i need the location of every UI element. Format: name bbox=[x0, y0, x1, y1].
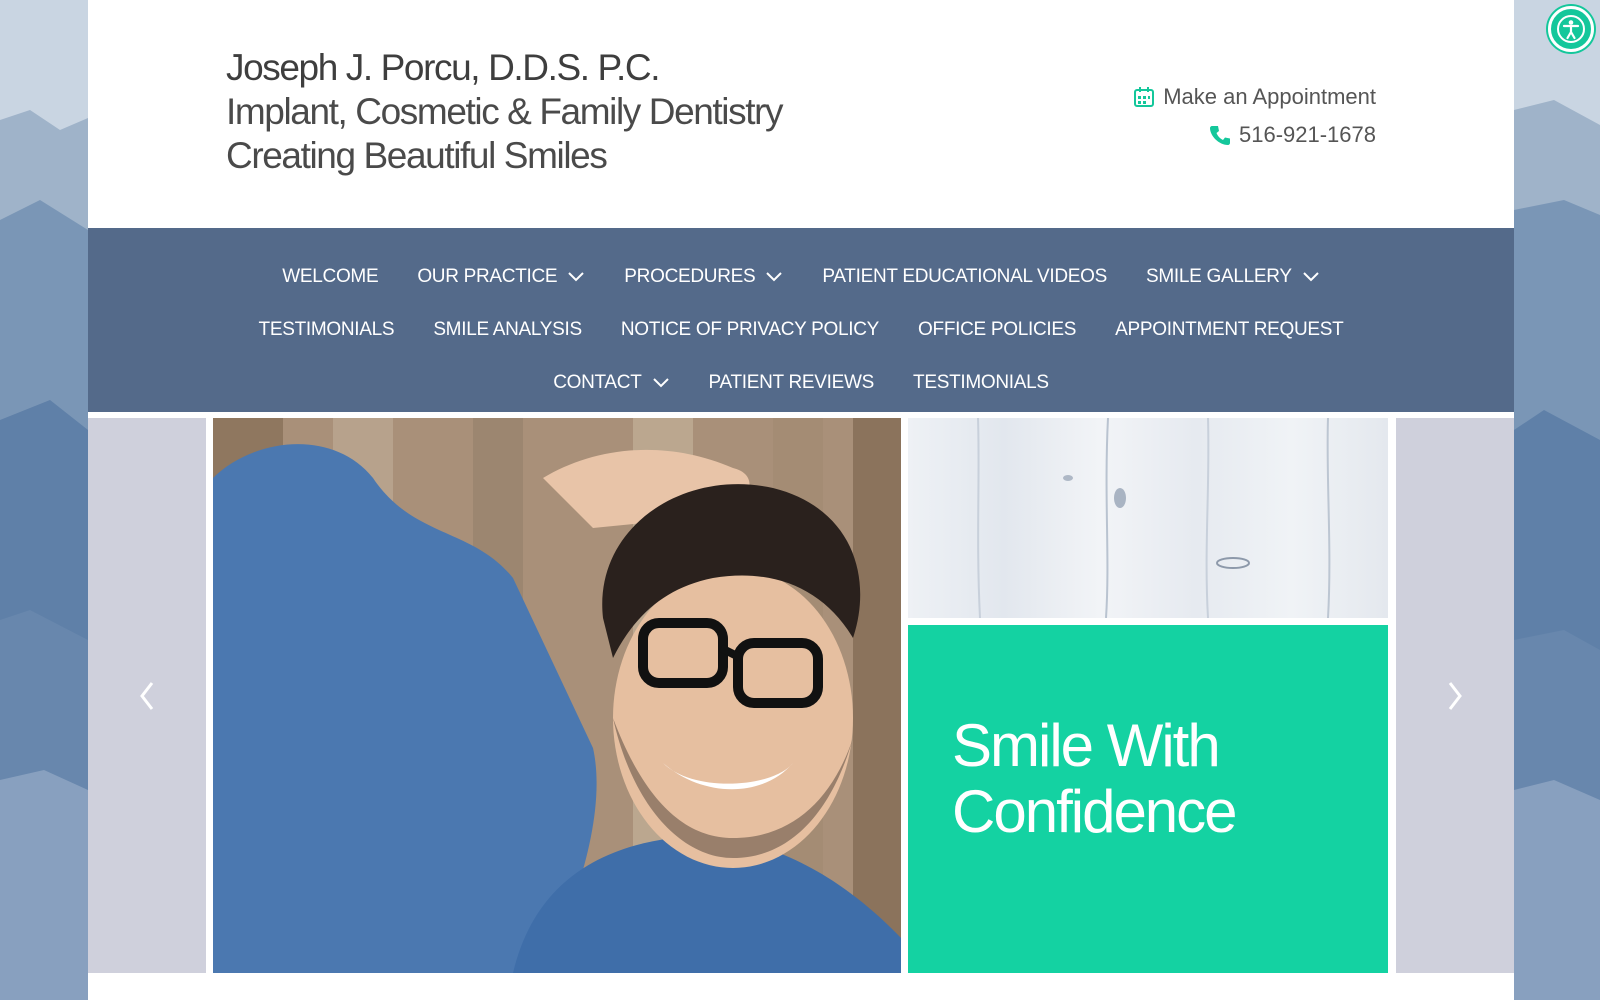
nav-label: CONTACT bbox=[553, 371, 642, 393]
background-right bbox=[1514, 0, 1600, 1000]
header-contact: Make an Appointment 516-921-1678 bbox=[1133, 78, 1376, 154]
wood-texture-panel bbox=[908, 418, 1388, 618]
nav-label: SMILE ANALYSIS bbox=[433, 318, 582, 340]
slider-next-panel[interactable] bbox=[1396, 418, 1514, 973]
nav-row-2: TESTIMONIALS SMILE ANALYSIS NOTICE OF PR… bbox=[88, 303, 1514, 356]
hero-headline-line2: Confidence bbox=[952, 778, 1238, 845]
content-start bbox=[88, 973, 1514, 1000]
phone-icon bbox=[1209, 124, 1231, 146]
slider-prev-panel[interactable] bbox=[88, 418, 206, 973]
accessibility-button[interactable] bbox=[1548, 6, 1594, 52]
nav-item-appointment-request[interactable]: APPOINTMENT REQUEST bbox=[1115, 318, 1344, 341]
nav-item-procedures[interactable]: PROCEDURES bbox=[624, 266, 783, 288]
nav-label: APPOINTMENT REQUEST bbox=[1115, 318, 1344, 340]
nav-label: OFFICE POLICIES bbox=[918, 318, 1077, 340]
page-container: Joseph J. Porcu, D.D.S. P.C. Implant, Co… bbox=[88, 0, 1514, 1000]
nav-label: TESTIMONIALS bbox=[913, 371, 1049, 393]
background-left bbox=[0, 0, 88, 1000]
nav-label: PATIENT EDUCATIONAL VIDEOS bbox=[822, 265, 1108, 287]
nav-label: WELCOME bbox=[282, 265, 379, 287]
nav-row-1: WELCOME OUR PRACTICE PROCEDURES PATIENT … bbox=[88, 250, 1514, 303]
nav-label: NOTICE OF PRIVACY POLICY bbox=[620, 318, 880, 340]
hero-photo bbox=[213, 418, 901, 973]
practice-name[interactable]: Joseph J. Porcu, D.D.S. P.C. bbox=[226, 46, 782, 90]
practice-tagline: Creating Beautiful Smiles bbox=[226, 135, 608, 176]
hero-caption-box: Smile With Confidence bbox=[908, 625, 1388, 973]
nav-label: TESTIMONIALS bbox=[258, 318, 395, 340]
make-appointment-link[interactable]: Make an Appointment bbox=[1133, 78, 1376, 116]
site-header: Joseph J. Porcu, D.D.S. P.C. Implant, Co… bbox=[88, 0, 1514, 228]
nav-item-testimonials-2[interactable]: TESTIMONIALS bbox=[913, 372, 1049, 394]
brand-block[interactable]: Joseph J. Porcu, D.D.S. P.C. Implant, Co… bbox=[226, 46, 784, 178]
nav-item-smile-analysis[interactable]: SMILE ANALYSIS bbox=[433, 319, 582, 341]
phone-number[interactable]: 516-921-1678 bbox=[1239, 122, 1376, 148]
nav-label: OUR PRACTICE bbox=[417, 265, 558, 287]
nav-item-testimonials[interactable]: TESTIMONIALS bbox=[259, 319, 395, 341]
chevron-down-icon bbox=[568, 271, 585, 281]
accessibility-icon bbox=[1557, 15, 1585, 43]
make-appointment-label[interactable]: Make an Appointment bbox=[1163, 84, 1376, 110]
nav-item-welcome[interactable]: WELCOME bbox=[282, 266, 378, 288]
chevron-down-icon bbox=[652, 377, 669, 387]
nav-label: PATIENT REVIEWS bbox=[708, 371, 875, 393]
nav-item-patient-reviews[interactable]: PATIENT REVIEWS bbox=[708, 371, 875, 394]
nav-label: PROCEDURES bbox=[624, 265, 756, 287]
chevron-left-icon[interactable] bbox=[136, 679, 158, 713]
nav-item-contact[interactable]: CONTACT bbox=[553, 372, 669, 394]
main-navigation: WELCOME OUR PRACTICE PROCEDURES PATIENT … bbox=[88, 228, 1514, 412]
nav-item-our-practice[interactable]: OUR PRACTICE bbox=[417, 266, 585, 288]
nav-item-office-policies[interactable]: OFFICE POLICIES bbox=[918, 319, 1076, 341]
nav-label: SMILE GALLERY bbox=[1146, 265, 1292, 287]
calendar-icon bbox=[1133, 86, 1155, 108]
chevron-right-icon[interactable] bbox=[1444, 679, 1466, 713]
chevron-down-icon bbox=[1303, 271, 1319, 281]
nav-row-3: CONTACT PATIENT REVIEWS TESTIMONIALS bbox=[88, 356, 1514, 409]
nav-item-patient-educational-videos[interactable]: PATIENT EDUCATIONAL VIDEOS bbox=[822, 266, 1107, 288]
nav-item-smile-gallery[interactable]: SMILE GALLERY bbox=[1146, 266, 1320, 288]
phone-link[interactable]: 516-921-1678 bbox=[1133, 116, 1376, 154]
hero-slider: Smile With Confidence bbox=[88, 418, 1514, 973]
practice-specialty: Implant, Cosmetic & Family Dentistry bbox=[226, 91, 784, 132]
chevron-down-icon bbox=[766, 271, 783, 281]
nav-item-notice-of-privacy-policy[interactable]: NOTICE OF PRIVACY POLICY bbox=[621, 319, 879, 341]
hero-headline-line1: Smile With bbox=[952, 712, 1221, 779]
